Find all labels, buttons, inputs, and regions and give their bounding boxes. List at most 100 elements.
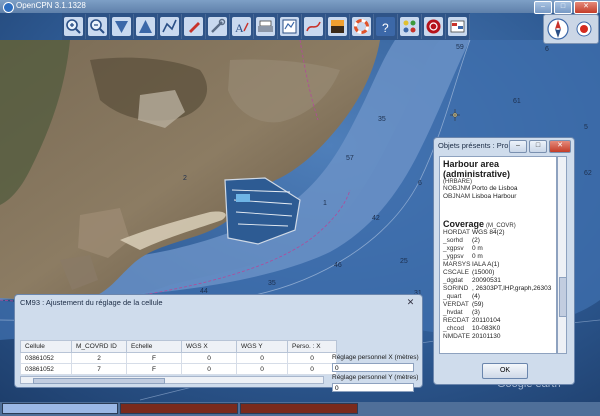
sounding-label: 61: [513, 98, 521, 105]
settings-button[interactable]: [206, 14, 230, 39]
info-button[interactable]: [446, 14, 470, 39]
adjust-y-label: Réglage personnel Y (mètres): [332, 374, 419, 381]
table-cell: 03861052: [20, 363, 72, 375]
track-icon: [304, 17, 323, 36]
cm93-header[interactable]: CM93 : Ajustement du réglage de la cellu…: [15, 295, 422, 310]
sounding-label: 46: [334, 262, 342, 269]
table-cell: 7: [71, 363, 127, 375]
attribute-row: NMDATE 20101130: [443, 333, 501, 340]
column-header[interactable]: Perso. : X: [287, 340, 337, 353]
sounding-label: 6: [418, 180, 422, 187]
attribute-row: _xgpsv 0 m: [443, 245, 483, 252]
minimize-button[interactable]: –: [534, 1, 552, 14]
maximize-button[interactable]: □: [554, 1, 572, 14]
scroll-thumb[interactable]: [559, 277, 567, 317]
wrench-icon: [208, 17, 227, 36]
table-cell: 0: [181, 363, 237, 375]
feature-title: Harbour area (administrative): [443, 159, 511, 179]
svg-text:A: A: [235, 21, 244, 35]
column-header[interactable]: WGS X: [181, 340, 237, 353]
attribute-row: VERDAT (59): [443, 301, 484, 308]
track-button[interactable]: [302, 14, 326, 39]
attribute-row: CSCALE (15000): [443, 269, 495, 276]
objects-panel-title: Objets présents : Pro...: [438, 141, 515, 150]
window-title: OpenCPN 3.1.1328: [16, 1, 86, 10]
ok-button[interactable]: OK: [482, 363, 528, 379]
close-button[interactable]: ✕: [574, 1, 598, 14]
sounding-label: 25: [400, 258, 408, 265]
attribute-row: NOBJNM Porto de Lisboa: [443, 185, 518, 192]
attribute-row: OBJNAM Lisboa Harbour: [443, 193, 517, 200]
objects-close-button[interactable]: ✕: [549, 140, 571, 153]
objects-panel-header[interactable]: Objets présents : Pro... – □ ✕: [434, 138, 574, 154]
table-row[interactable]: 03861052 2 F 0 0 0: [20, 352, 337, 364]
table-cell: 0: [287, 363, 337, 375]
sounding-label: 35: [268, 280, 276, 287]
ship-icon: [184, 17, 203, 36]
text-tool-button[interactable]: A: [230, 14, 254, 39]
scale-in-icon: [112, 17, 131, 36]
cm93-close-button[interactable]: ✕: [405, 297, 416, 308]
color-scheme-icon: [328, 17, 347, 36]
print-button[interactable]: [254, 14, 278, 39]
ais-button[interactable]: [350, 14, 374, 39]
adjust-y-input[interactable]: 0: [332, 383, 414, 392]
compass-icon: [547, 18, 592, 40]
objects-panel-controls: – □ ✕: [509, 140, 571, 153]
cm93-title: CM93 : Ajustement du réglage de la cellu…: [20, 298, 163, 307]
column-header[interactable]: Cellule: [20, 340, 72, 353]
table-row[interactable]: 03861052 7 F 0 0 0: [20, 363, 337, 375]
objects-maximize-button[interactable]: □: [529, 140, 547, 153]
attribute-row: MARSYS IALA A(1): [443, 261, 500, 268]
table-cell: 0: [181, 352, 237, 364]
window-controls: – □ ✕: [534, 1, 598, 14]
adjust-x-label: Réglage personnel X (mètres): [332, 354, 419, 361]
attribute-row: _sorhd (2): [443, 237, 480, 244]
scale-out-button[interactable]: [134, 14, 158, 39]
plugins-icon: [400, 17, 419, 36]
sounding-label: 35: [378, 116, 386, 123]
sounding-label: 57: [346, 155, 354, 162]
objects-scrollbar[interactable]: [557, 156, 567, 354]
status-segment-cursor: [240, 403, 358, 414]
compass-widget[interactable]: [543, 14, 599, 44]
mob-button[interactable]: [422, 14, 446, 39]
object-info-icon: [448, 17, 467, 36]
hscroll-thumb[interactable]: [33, 378, 165, 384]
help-button[interactable]: ?: [374, 14, 398, 39]
attribute-row: _chcod 10-083K0: [443, 325, 501, 332]
table-cell: 0: [236, 363, 288, 375]
status-segment-scale: [2, 403, 118, 414]
zoom-out-icon: [88, 17, 107, 36]
zoom-out-button[interactable]: [86, 14, 110, 39]
plugins-button[interactable]: [398, 14, 422, 39]
objects-minimize-button[interactable]: –: [509, 140, 527, 153]
column-header[interactable]: Echelle: [126, 340, 182, 353]
color-scheme-button[interactable]: [326, 14, 350, 39]
sounding-label: 1: [323, 200, 327, 207]
sounding-label: 62: [584, 170, 592, 177]
route-icon: [160, 17, 179, 36]
zoom-in-button[interactable]: [62, 14, 86, 39]
sounding-label: 2: [183, 175, 187, 182]
attribute-row: _dgdat 20090531: [443, 277, 501, 284]
attribute-row: SORIND, 26303PT,IHP,graph,26303: [443, 285, 552, 292]
feature-title: Coverage: [443, 219, 485, 229]
adjust-x-input[interactable]: 0: [332, 363, 414, 372]
column-header[interactable]: WGS Y: [236, 340, 288, 353]
objects-content[interactable]: Harbour area (administrative) (HRBARE) N…: [439, 156, 557, 354]
help-icon: ?: [376, 17, 395, 36]
table-cell: 0: [287, 352, 337, 364]
cm93-table[interactable]: Cellule M_COVRD ID Echelle WGS X WGS Y P…: [20, 340, 337, 375]
table-hscrollbar[interactable]: [20, 376, 324, 384]
sounding-label: 6: [545, 46, 549, 53]
route-manager-button[interactable]: [278, 14, 302, 39]
column-header[interactable]: M_COVRD ID: [71, 340, 127, 353]
route-button[interactable]: [158, 14, 182, 39]
objects-panel[interactable]: Objets présents : Pro... – □ ✕ Harbour a…: [433, 137, 575, 385]
ship-track-button[interactable]: [182, 14, 206, 39]
scale-in-button[interactable]: [110, 14, 134, 39]
window-titlebar[interactable]: OpenCPN 3.1.1328 – □ ✕: [0, 0, 600, 14]
table-header-row: Cellule M_COVRD ID Echelle WGS X WGS Y P…: [20, 340, 337, 353]
route-manager-icon: [280, 17, 299, 36]
